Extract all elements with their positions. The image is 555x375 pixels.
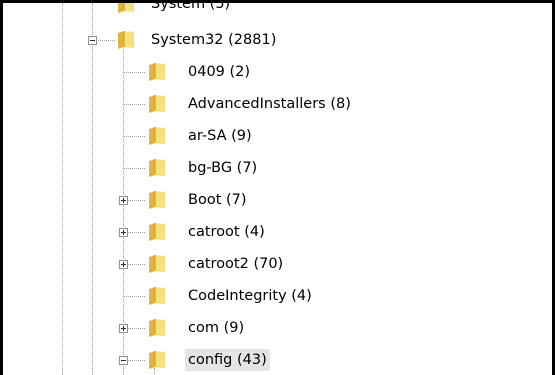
tree-item-label: ar-SA (9)	[188, 128, 252, 144]
folder-icon	[146, 61, 168, 83]
tree-item-label-selected: config (43)	[185, 349, 270, 371]
tree-item-label: bg-BG (7)	[188, 160, 258, 176]
folder-icon	[146, 125, 168, 147]
folder-icon	[146, 157, 168, 179]
tree-item-label: AdvancedInstallers (8)	[188, 96, 351, 112]
folder-icon	[146, 221, 168, 243]
tree-item-label: 0409 (2)	[188, 64, 251, 80]
folder-icon	[146, 317, 168, 339]
tree-row-partial[interactable]: System (5)	[3, 3, 552, 20]
folder-tree-window: System (5) System32 (2881) 0409 (2) Adva…	[0, 0, 555, 375]
folder-icon	[146, 253, 168, 275]
tree-item-com[interactable]: com (9)	[3, 312, 552, 344]
plus-expander-icon[interactable]	[119, 228, 128, 237]
folder-icon	[146, 189, 168, 211]
tree-item-catroot[interactable]: catroot (4)	[3, 216, 552, 248]
tree-item-label: catroot2 (70)	[188, 256, 284, 272]
plus-expander-icon[interactable]	[119, 196, 128, 205]
folder-icon	[146, 349, 168, 371]
plus-expander-icon[interactable]	[119, 324, 128, 333]
tree-guide-line	[123, 72, 145, 73]
minus-expander-icon[interactable]	[119, 356, 128, 365]
folder-icon	[146, 93, 168, 115]
folder-icon	[146, 285, 168, 307]
tree-item-label: catroot (4)	[188, 224, 265, 240]
tree-item-label: Boot (7)	[188, 192, 247, 208]
tree-guide-line	[123, 168, 145, 169]
tree-guide-line	[123, 296, 145, 297]
tree-item-ar-sa[interactable]: ar-SA (9)	[3, 120, 552, 152]
tree-item-config[interactable]: config (43)	[3, 344, 552, 375]
plus-expander-icon[interactable]	[119, 260, 128, 269]
minus-expander-icon[interactable]	[88, 36, 97, 45]
tree-item-advancedinstallers[interactable]: AdvancedInstallers (8)	[3, 88, 552, 120]
tree-item-bg-bg[interactable]: bg-BG (7)	[3, 152, 552, 184]
tree-item-boot[interactable]: Boot (7)	[3, 184, 552, 216]
folder-tree: System (5) System32 (2881) 0409 (2) Adva…	[3, 3, 552, 375]
tree-item-label: System (5)	[151, 3, 231, 12]
tree-guide-line	[154, 368, 155, 375]
tree-item-catroot2[interactable]: catroot2 (70)	[3, 248, 552, 280]
folder-icon	[115, 29, 137, 51]
tree-guide-line	[123, 104, 145, 105]
tree-item-label: com (9)	[188, 320, 245, 336]
tree-guide-line	[123, 136, 145, 137]
tree-item-0409[interactable]: 0409 (2)	[3, 56, 552, 88]
tree-item-label: System32 (2881)	[151, 32, 277, 48]
tree-item-system32[interactable]: System32 (2881)	[3, 24, 552, 56]
tree-item-label: CodeIntegrity (4)	[188, 288, 312, 304]
tree-item-codeintegrity[interactable]: CodeIntegrity (4)	[3, 280, 552, 312]
folder-icon	[115, 3, 137, 15]
